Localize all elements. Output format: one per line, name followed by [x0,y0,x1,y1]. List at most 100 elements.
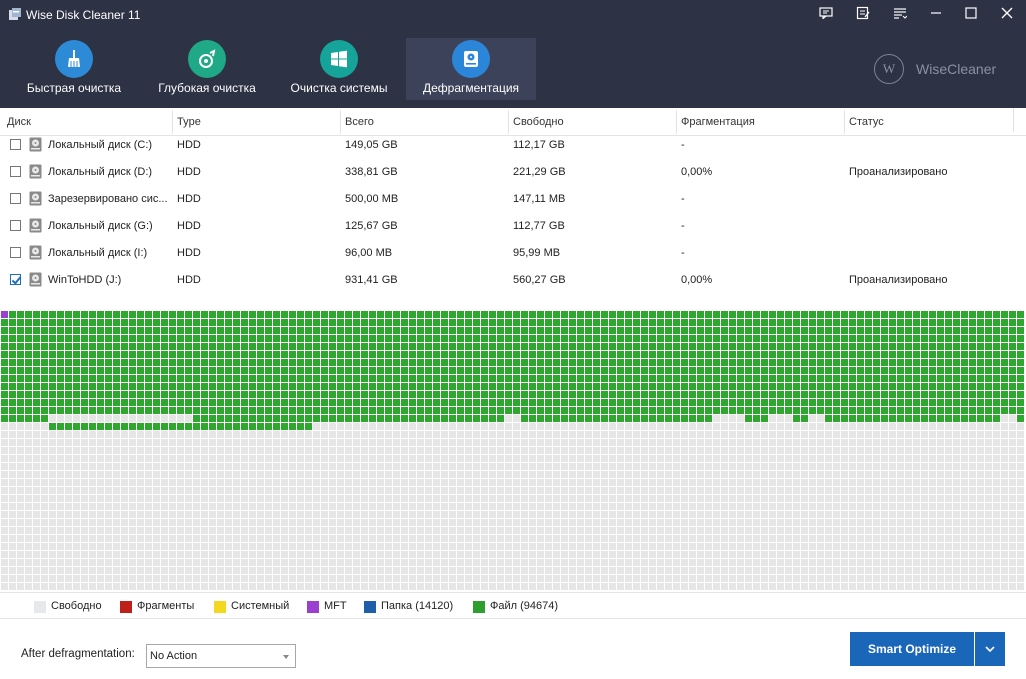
disk-fragmentation: - [681,247,685,259]
cluster-grid [1,311,1024,590]
brand-name: WiseCleaner [916,61,997,77]
optimize-options-dropdown[interactable] [975,632,1005,666]
app-title: Wise Disk Cleaner 11 [26,8,141,22]
tab-deep-clean[interactable]: Глубокая очистка [142,38,272,98]
table-row[interactable]: Локальный диск (D:) HDD 338,81 GB 221,29… [0,159,1026,186]
disk-type: HDD [177,247,201,259]
disk-checkbox[interactable] [10,247,21,258]
disk-total: 931,41 GB [345,274,398,286]
legend-label: Папка (14120) [381,600,454,612]
close-icon[interactable] [992,2,1022,24]
after-defrag-label: After defragmentation: [21,648,135,660]
notes-icon[interactable] [848,2,878,24]
tab-label: Дефрагментация [422,81,520,95]
hard-disk-icon [29,218,42,233]
disk-checkbox[interactable] [10,220,21,231]
legend-swatch [120,601,132,613]
disk-status: Проанализировано [849,166,948,178]
column-header-status[interactable]: Статус [849,116,884,128]
feedback-icon[interactable] [811,2,841,24]
disk-name: Локальный диск (G:) [48,220,153,232]
table-row[interactable]: Локальный диск (C:) HDD 149,05 GB 112,17… [0,132,1026,159]
brand-logo: W WiseCleaner [874,54,1004,84]
after-defrag-select[interactable]: No Action [146,644,296,668]
legend-swatch [364,601,376,613]
disk-name: Локальный диск (C:) [48,139,153,151]
table-row[interactable]: Локальный диск (G:) HDD 125,67 GB 112,77… [0,213,1026,240]
hard-disk-icon [29,191,42,206]
title-bar: Wise Disk Cleaner 11 [0,0,1026,28]
disk-free: 147,11 MB [513,193,566,205]
map-legend: Свободно Фрагменты Системный MFT Папка (… [0,592,1026,619]
legend-label: MFT [324,600,347,612]
disk-fragmentation: - [681,193,685,205]
minimize-icon[interactable] [921,2,951,24]
tab-label: Очистка системы [290,81,388,95]
legend-label: Системный [231,600,290,612]
disk-free: 95,99 MB [513,247,561,259]
disk-defrag-icon [452,40,490,78]
disk-name: Локальный диск (D:) [48,166,153,178]
table-row[interactable]: WinToHDD (J:) HDD 931,41 GB 560,27 GB 0,… [0,267,1026,294]
table-row[interactable]: Локальный диск (I:) HDD 96,00 MB 95,99 M… [0,240,1026,267]
smart-optimize-button[interactable]: Smart Optimize [850,632,974,666]
disk-checkbox[interactable] [10,274,21,285]
windows-icon [320,40,358,78]
disk-table: Диск Type Всего Свободно Фрагментация Ст… [0,108,1026,306]
deep-clean-icon [188,40,226,78]
disk-status: Проанализировано [849,274,948,286]
column-header-fragmentation[interactable]: Фрагментация [681,116,755,128]
disk-fragmentation: 0,00% [681,274,713,286]
disk-checkbox[interactable] [10,166,21,177]
disk-fragmentation: - [681,220,685,232]
hard-disk-icon [29,272,42,287]
disk-total: 500,00 MB [345,193,399,205]
table-scrollbar[interactable] [1013,108,1026,132]
disk-free: 560,27 GB [513,274,566,286]
disk-name: WinToHDD (J:) [48,274,122,286]
tab-quick-clean[interactable]: Быстрая очистка [9,38,139,98]
disk-cluster-map [0,310,1026,592]
disk-total: 125,67 GB [345,220,398,232]
app-header: Wise Disk Cleaner 11 Быстрая очистка Глу… [0,0,1026,108]
app-logo-icon [9,8,21,20]
column-header-free[interactable]: Свободно [513,116,564,128]
disk-fragmentation: - [681,139,685,151]
chevron-down-icon [985,646,995,653]
menu-icon[interactable] [885,2,915,24]
legend-swatch [214,601,226,613]
disk-free: 112,17 GB [513,139,565,151]
disk-name: Локальный диск (I:) [48,247,148,259]
legend-label: Фрагменты [137,600,195,612]
disk-free: 112,77 GB [513,220,565,232]
tab-defrag[interactable]: Дефрагментация [406,38,536,100]
maximize-icon[interactable] [956,2,986,24]
disk-name: Зарезервировано сис... [48,193,168,205]
disk-checkbox[interactable] [10,139,21,150]
disk-type: HDD [177,139,201,151]
select-value: No Action [150,650,198,662]
table-row[interactable]: Зарезервировано сис... HDD 500,00 MB 147… [0,186,1026,213]
legend-label: Файл (94674) [490,600,559,612]
disk-free: 221,29 GB [513,166,566,178]
legend-swatch [34,601,46,613]
column-header-disk[interactable]: Диск [7,116,31,128]
disk-type: HDD [177,274,201,286]
disk-type: HDD [177,193,201,205]
column-header-type[interactable]: Type [177,116,201,128]
hard-disk-icon [29,137,42,152]
hard-disk-icon [29,245,42,260]
tab-label: Глубокая очистка [158,81,256,95]
disk-total: 96,00 MB [345,247,393,259]
chevron-down-icon [283,655,289,659]
disk-type: HDD [177,220,201,232]
tab-system-clean[interactable]: Очистка системы [274,38,404,98]
disk-fragmentation: 0,00% [681,166,713,178]
disk-checkbox[interactable] [10,193,21,204]
disk-total: 338,81 GB [345,166,398,178]
column-header-total[interactable]: Всего [345,116,374,128]
broom-icon [55,40,93,78]
disk-type: HDD [177,166,201,178]
legend-swatch [473,601,485,613]
brand-mark: W [874,54,904,84]
